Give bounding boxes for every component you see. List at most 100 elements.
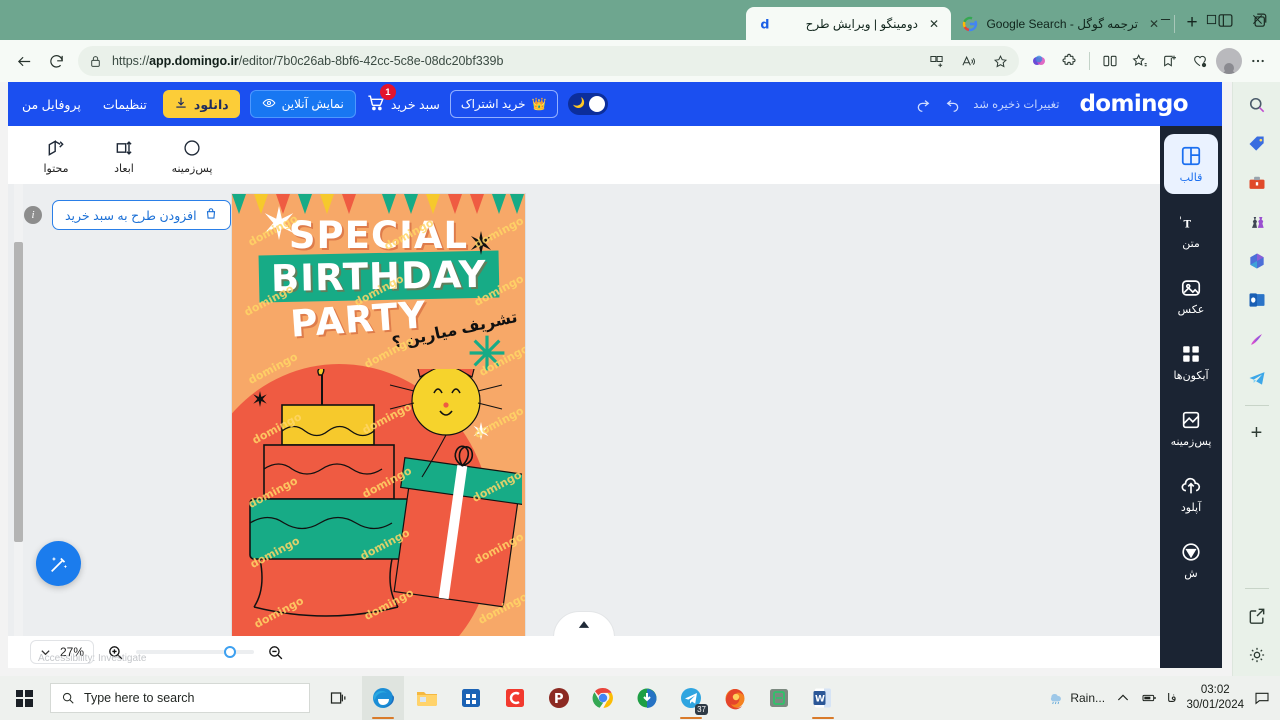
collections-icon[interactable] <box>1126 47 1154 75</box>
tool-dimensions[interactable]: ابعاد <box>100 138 148 175</box>
profile-link[interactable]: پروفایل من <box>16 97 87 112</box>
dark-mode-toggle[interactable]: 🌙 <box>567 93 608 115</box>
taskbar-google-chrome[interactable] <box>582 676 624 720</box>
sidebar-item-upload[interactable]: آپلود <box>1164 464 1218 524</box>
close-icon[interactable]: ✕ <box>926 16 942 32</box>
taskbar-photoscape[interactable]: P <box>538 676 580 720</box>
task-view-icon <box>330 692 346 704</box>
canvas-workspace[interactable]: افزودن طرح به سبد خرید i SPECIAL BIRTHDA… <box>8 184 1160 639</box>
sidebar-item-text[interactable]: TT متن <box>1164 200 1218 260</box>
lock-icon <box>84 50 106 72</box>
undo-icon[interactable] <box>943 94 963 114</box>
favorite-star-icon[interactable] <box>987 48 1013 74</box>
task-view-button[interactable] <box>318 676 360 720</box>
back-button[interactable] <box>8 45 40 77</box>
zoom-out-button[interactable] <box>264 641 286 663</box>
taskbar-search[interactable]: Type here to search <box>50 683 310 713</box>
sidebar-item-template[interactable]: قالب <box>1164 134 1218 194</box>
zoom-slider-knob[interactable] <box>224 646 237 658</box>
sidebar-item-image[interactable]: عکس <box>1164 266 1218 326</box>
weather-label: Rain... <box>1070 691 1106 705</box>
taskbar-internet-download-manager[interactable] <box>626 676 668 720</box>
microsoft-365-icon[interactable] <box>1242 246 1272 276</box>
online-preview-button[interactable]: نمایش آنلاین <box>249 90 356 118</box>
design-canvas[interactable]: SPECIAL BIRTHDAY PARTY تشریف میارین ؟ do… <box>232 194 525 639</box>
games-icon[interactable] <box>1242 207 1272 237</box>
maximize-icon[interactable] <box>1188 0 1234 38</box>
settings-gear-icon[interactable] <box>1242 640 1272 670</box>
svg-text:T: T <box>1184 219 1192 230</box>
taskbar-microsoft-word[interactable]: W <box>802 676 844 720</box>
magic-wand-button[interactable] <box>36 541 81 586</box>
shopping-tag-icon[interactable] <box>1242 129 1272 159</box>
designer-icon[interactable] <box>1242 324 1272 354</box>
zoom-slider[interactable] <box>136 646 255 658</box>
download-button[interactable]: دانلود <box>162 90 240 118</box>
cart-button[interactable]: 1 سبد خرید <box>366 84 440 115</box>
save-status: تغییرات ذخیره شد <box>973 99 1060 111</box>
reload-button[interactable] <box>40 45 72 77</box>
tab-title: دومینگو | ویرایش طرح <box>805 16 918 31</box>
taskbar-notepad[interactable] <box>758 676 800 720</box>
weather-widget[interactable]: Rain... <box>1048 690 1105 706</box>
taskbar-microsoft-store[interactable] <box>450 676 492 720</box>
window-controls <box>1142 0 1280 38</box>
taskbar-camtasia[interactable] <box>494 676 536 720</box>
browser-tabs: d دومینگو | ویرایش طرح ✕ ترجمه گوگل - Go… <box>746 0 1206 40</box>
google-chrome-icon <box>592 687 613 708</box>
extensions-puzzle-icon[interactable] <box>1055 47 1083 75</box>
browser-essentials-icon[interactable] <box>1096 47 1124 75</box>
tools-icon[interactable] <box>1242 168 1272 198</box>
add-sidebar-app-button[interactable]: + <box>1242 418 1272 448</box>
copilot-icon[interactable] <box>1025 47 1053 75</box>
cart-add-icon <box>204 207 218 224</box>
redo-icon[interactable] <box>913 94 933 114</box>
start-button[interactable] <box>0 676 48 720</box>
sidebar-item-background[interactable]: پس‌زمینه <box>1164 398 1218 458</box>
more-settings-icon[interactable] <box>1244 47 1272 75</box>
collapse-panel-handle[interactable] <box>553 611 615 637</box>
browser-titlebar: d دومینگو | ویرایش طرح ✕ ترجمه گوگل - Go… <box>0 0 1280 40</box>
svg-text:P: P <box>554 692 564 707</box>
app-logo[interactable]: domingo <box>1079 91 1212 117</box>
telegram-icon[interactable] <box>1242 363 1272 393</box>
open-external-icon[interactable] <box>1242 601 1272 631</box>
info-icon[interactable]: i <box>24 206 42 224</box>
buy-subscription-button[interactable]: 👑 خرید اشتراک <box>449 90 558 118</box>
search-icon[interactable] <box>1242 90 1272 120</box>
tool-content[interactable]: محتوا <box>32 138 80 175</box>
split-view-icon[interactable] <box>923 48 949 74</box>
taskbar-telegram[interactable]: 37 <box>670 676 712 720</box>
browser-tab-domingo[interactable]: d دومینگو | ویرایش طرح ✕ <box>746 7 951 40</box>
address-bar[interactable]: https://app.domingo.ir/editor/7b0c26ab-8… <box>78 46 1019 76</box>
taskbar-file-explorer[interactable] <box>406 676 448 720</box>
language-indicator[interactable]: فا <box>1167 691 1176 705</box>
tool-label: پس‌زمینه <box>171 163 213 175</box>
minimize-icon[interactable] <box>1142 0 1188 38</box>
taskbar-firefox[interactable] <box>714 676 756 720</box>
show-hidden-icons[interactable] <box>1115 690 1131 706</box>
taskbar-clock[interactable]: 03:02 30/01/2024 <box>1186 683 1244 713</box>
cake-illustration <box>249 369 522 617</box>
sidebar-item-shape[interactable]: ش <box>1164 530 1218 590</box>
notification-icon[interactable] <box>1254 690 1270 706</box>
settings-link[interactable]: تنظیمات <box>97 97 153 112</box>
history-heart-icon[interactable] <box>1186 47 1214 75</box>
add-favorite-icon[interactable] <box>1156 47 1184 75</box>
clock-time: 03:02 <box>1200 684 1230 696</box>
canvas-scrollbar[interactable] <box>14 184 23 636</box>
battery-icon[interactable] <box>1141 690 1157 706</box>
canvas-area: پس‌زمینه ابعاد محتوا <box>8 126 1160 668</box>
add-design-to-cart-button[interactable]: افزودن طرح به سبد خرید <box>52 200 231 230</box>
close-icon[interactable] <box>1234 0 1280 38</box>
outlook-icon[interactable] <box>1242 285 1272 315</box>
scrollbar-thumb[interactable] <box>14 242 23 542</box>
avatar[interactable] <box>1216 48 1242 74</box>
tool-background[interactable]: پس‌زمینه <box>168 138 216 175</box>
sidebar-item-icons[interactable]: آیکون‌ها <box>1164 332 1218 392</box>
read-aloud-icon[interactable] <box>955 48 981 74</box>
taskbar-microsoft-edge[interactable] <box>362 676 404 720</box>
browser-tab-google[interactable]: ترجمه گوگل - Google Search ✕ <box>951 7 1171 40</box>
url-path: /editor/7b0c26ab-8bf6-42cc-5c8e-08dc20bf… <box>238 54 504 68</box>
file-explorer-icon <box>417 692 437 706</box>
